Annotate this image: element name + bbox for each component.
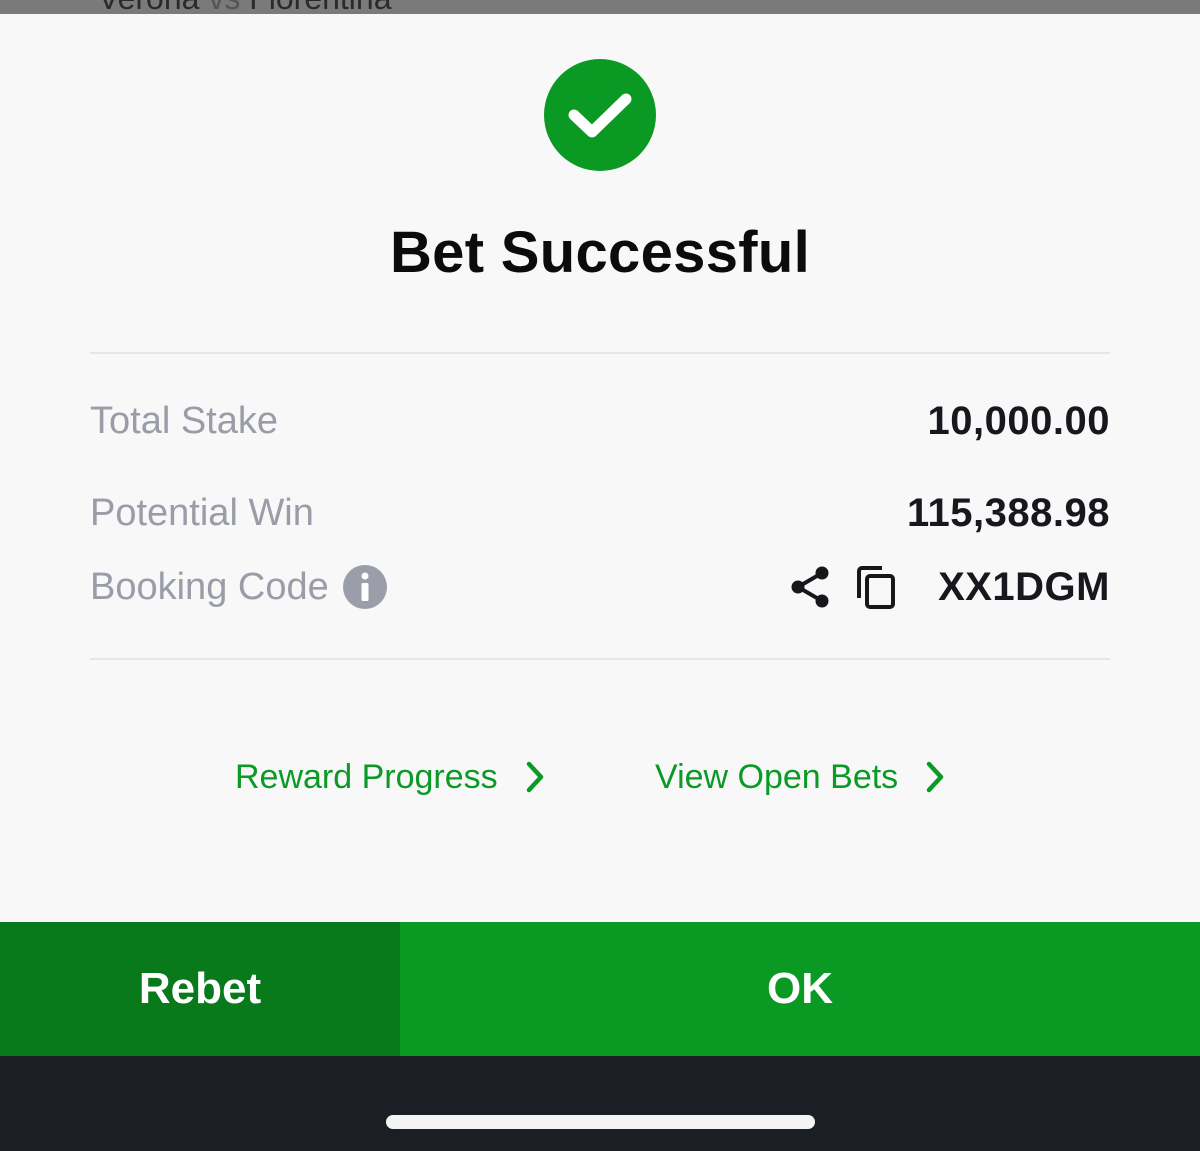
background-match-header: Verona vs Fiorentina xyxy=(0,0,1200,14)
booking-code-label-group: Booking Code xyxy=(90,565,387,609)
divider-bottom xyxy=(90,658,1110,660)
view-open-bets-label: View Open Bets xyxy=(655,757,899,796)
reward-progress-label: Reward Progress xyxy=(235,757,498,796)
chevron-right-icon xyxy=(926,761,944,793)
divider-top xyxy=(90,352,1110,354)
success-title: Bet Successful xyxy=(389,220,811,285)
home-indicator[interactable] xyxy=(386,1115,815,1129)
checkmark-icon xyxy=(568,93,632,138)
total-stake-row: Total Stake 10,000.00 xyxy=(90,396,1110,446)
bet-confirmation-sheet: Bet Successful Total Stake 10,000.00 Pot… xyxy=(0,14,1200,922)
check-circle-icon xyxy=(544,59,656,171)
potential-win-label: Potential Win xyxy=(90,491,314,534)
booking-code-label: Booking Code xyxy=(90,565,329,608)
ok-button[interactable]: OK xyxy=(400,922,1200,1056)
chevron-right-icon xyxy=(526,761,543,793)
team-away: Fiorentina xyxy=(249,0,391,14)
potential-win-value: 115,388.98 xyxy=(907,490,1110,535)
total-stake-label: Total Stake xyxy=(90,399,278,442)
share-icon[interactable] xyxy=(788,564,832,610)
match-title: Verona vs Fiorentina xyxy=(98,0,392,14)
copy-icon[interactable] xyxy=(854,564,898,610)
vs-label: vs xyxy=(208,0,240,14)
view-open-bets-link[interactable]: View Open Bets xyxy=(655,752,946,802)
potential-win-row: Potential Win 115,388.98 xyxy=(90,488,1110,538)
bet-success-screen: Verona vs Fiorentina Bet Successful Tota… xyxy=(0,0,1200,1151)
info-icon[interactable] xyxy=(342,565,387,609)
booking-code-row: Booking Code XX1DGM xyxy=(90,562,1110,612)
team-home: Verona xyxy=(98,0,199,14)
close-icon[interactable] xyxy=(30,0,74,12)
booking-code-value[interactable]: XX1DGM xyxy=(938,565,1110,610)
action-bar: Rebet OK xyxy=(0,922,1200,1056)
quick-links: Reward Progress View Open Bets xyxy=(0,752,1200,802)
booking-code-actions: XX1DGM xyxy=(788,564,1110,610)
reward-progress-link[interactable]: Reward Progress xyxy=(235,752,546,802)
total-stake-value: 10,000.00 xyxy=(927,398,1110,443)
rebet-button[interactable]: Rebet xyxy=(0,922,400,1056)
